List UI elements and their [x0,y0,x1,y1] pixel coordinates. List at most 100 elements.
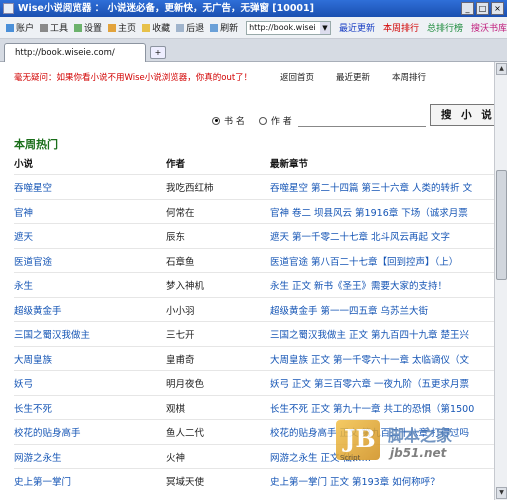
book-author: 观棋 [166,403,186,415]
book-title-link[interactable]: 超级黄金手 [14,303,62,317]
row-divider [14,174,494,175]
book-title-link[interactable]: 大周皇族 [14,352,52,366]
row-divider [14,321,494,322]
radio-author[interactable] [258,116,267,125]
book-title-link[interactable]: 官神 [14,205,33,219]
star-icon [142,23,151,32]
row-divider [14,272,494,273]
latest-chapter-link[interactable]: 史上第一掌门 正文 第193章 如何称呼？ [270,474,440,488]
home-icon [108,23,117,32]
back-icon [176,23,185,32]
toolbar-link-library[interactable]: 搜沃书库 [471,21,507,34]
nav-weekly[interactable]: 本周排行 [392,71,426,83]
toolbar-link-overall[interactable]: 总排行榜 [427,21,463,34]
account-icon [6,23,14,32]
watermark-domain: jb51.net [390,446,447,460]
window-controls: _ □ × [461,2,504,15]
latest-chapter-link[interactable]: 遮天 第一千零二十七章 北斗风云再起 文字 [270,229,450,243]
radio-title[interactable] [212,116,220,125]
book-author: 明月夜色 [166,379,205,390]
scrollbar-thumb[interactable] [496,170,507,280]
book-author: 何常在 [166,207,195,219]
book-author: 火神 [166,452,186,464]
book-title-link[interactable]: 三国之蜀汉我做主 [14,327,90,341]
latest-chapter-link[interactable]: 吞噬星空 第二十四篇 第三十六章 人类的转折 文 [270,180,472,194]
section-title: 本周热门 [14,138,58,151]
toolbar-link-recent[interactable]: 最近更新 [339,21,375,34]
watermark-script-label: Script [340,454,361,462]
latest-chapter-link[interactable]: 妖弓 正文 第三百零六章 一夜九阶（五更求月票 [270,376,469,390]
book-title-link[interactable]: 史上第一掌门 [14,474,71,488]
radio-title-label: 书 名 [224,117,245,127]
search-button[interactable]: 搜 小 说 [430,104,494,126]
book-author: 三七开 [166,330,195,341]
toolbar: 账户 工具 设置 主页 收藏 后退 刷新 http://book.wisei ▼ … [0,17,507,39]
row-divider [14,223,494,224]
book-author: 梦入神机 [166,281,205,292]
book-title-link[interactable]: 校花的贴身高手 [14,425,81,439]
nav-home[interactable]: 返回首页 [280,71,314,83]
book-title-link[interactable]: 长生不死 [14,401,52,415]
latest-chapter-link[interactable]: 三国之蜀汉我做主 正文 第九百四十九章 楚王兴 [270,327,469,341]
settings-icon [74,23,83,32]
window-title-bar: Wise小说阅览器 ： 小说迷必备，更新快，无广告，无弹窗 [10001] [0,0,507,17]
promo-banner: 毫无疑问：如果你看小说不用Wise小说浏览器，你真的out了！ [14,73,253,83]
chevron-down-icon[interactable]: ▼ [319,21,330,34]
toolbar-link-weekly[interactable]: 本周排行 [383,21,419,34]
page-content: 毫无疑问：如果你看小说不用Wise小说浏览器，你真的out了！ 返回首页 最近更… [0,62,494,500]
book-title-link[interactable]: 遮天 [14,229,33,243]
row-divider [14,296,494,298]
book-author: 石章鱼 [166,256,195,268]
row-divider [14,198,494,200]
account-menu[interactable]: 账户 [6,21,34,34]
book-author: 辰东 [166,232,186,243]
latest-chapter-link[interactable]: 超级黄金手 第一一四五章 乌苏兰大街 [270,303,428,317]
book-author: 皇甫奇 [166,354,195,366]
row-divider [14,345,494,347]
row-divider [14,394,494,396]
address-input[interactable]: http://book.wisei ▼ [246,20,331,35]
latest-chapter-link[interactable]: 长生不死 正文 第九十一章 共工的恐惧（第1500 [270,401,474,415]
latest-chapter-link[interactable]: 大周皇族 正文 第一千零六十一章 太临谪仪（文 [270,352,469,366]
favorites-button[interactable]: 收藏 [142,21,170,34]
settings-menu[interactable]: 设置 [74,21,102,34]
new-tab-button[interactable]: + [150,46,166,59]
latest-chapter-link[interactable]: 医道官途 第八百二十七章【回到控声】（上） [270,254,458,268]
book-author: 冥域天使 [166,477,205,488]
maximize-button[interactable]: □ [476,2,489,15]
row-divider [14,468,494,469]
column-header-author: 作者 [166,159,186,170]
minimize-button[interactable]: _ [461,2,474,15]
tab-bar: http://book.wiseie.com/ + [0,39,507,62]
book-title-link[interactable]: 吞噬星空 [14,180,52,194]
book-title-link[interactable]: 医道官途 [14,254,52,268]
book-author: 小小羽 [166,305,195,317]
window-title: Wise小说阅览器 ： 小说迷必备，更新快，无广告，无弹窗 [10001] [18,3,314,14]
book-title-link[interactable]: 妖弓 [14,376,33,390]
back-button[interactable]: 后退 [176,21,204,34]
radio-author-label: 作 者 [270,117,292,127]
latest-chapter-link[interactable]: 永生 正文 新书《圣王》需要大家的支持！ [270,278,447,292]
tab-book-wiseie[interactable]: http://book.wiseie.com/ [4,43,146,62]
scroll-up-icon[interactable]: ▲ [496,63,507,75]
book-author: 我吃西红柿 [166,183,214,194]
scroll-down-icon[interactable]: ▼ [496,487,507,499]
watermark-site-name: 脚本之家 [388,426,453,445]
app-icon [3,3,14,14]
book-title-link[interactable]: 永生 [14,278,33,292]
search-options: 书 名 作 者 [212,114,292,127]
refresh-icon [210,23,219,32]
column-header-latest: 最新章节 [270,159,309,170]
close-button[interactable]: × [491,2,504,15]
home-button[interactable]: 主页 [108,21,136,34]
refresh-button[interactable]: 刷新 [210,21,238,34]
vertical-scrollbar[interactable]: ▲ ▼ [494,62,507,500]
book-author: 鱼人二代 [166,428,205,439]
nav-recent[interactable]: 最近更新 [336,71,370,83]
book-title-link[interactable]: 网游之永生 [14,450,62,464]
search-input[interactable] [298,126,426,127]
tools-menu[interactable]: 工具 [40,21,68,34]
tools-icon [40,23,49,32]
latest-chapter-link[interactable]: 官神 卷二 坝县风云 第1916章 下场（诚求月票 [270,205,468,219]
watermark: JB 脚本之家 jb51.net Script [336,418,494,468]
